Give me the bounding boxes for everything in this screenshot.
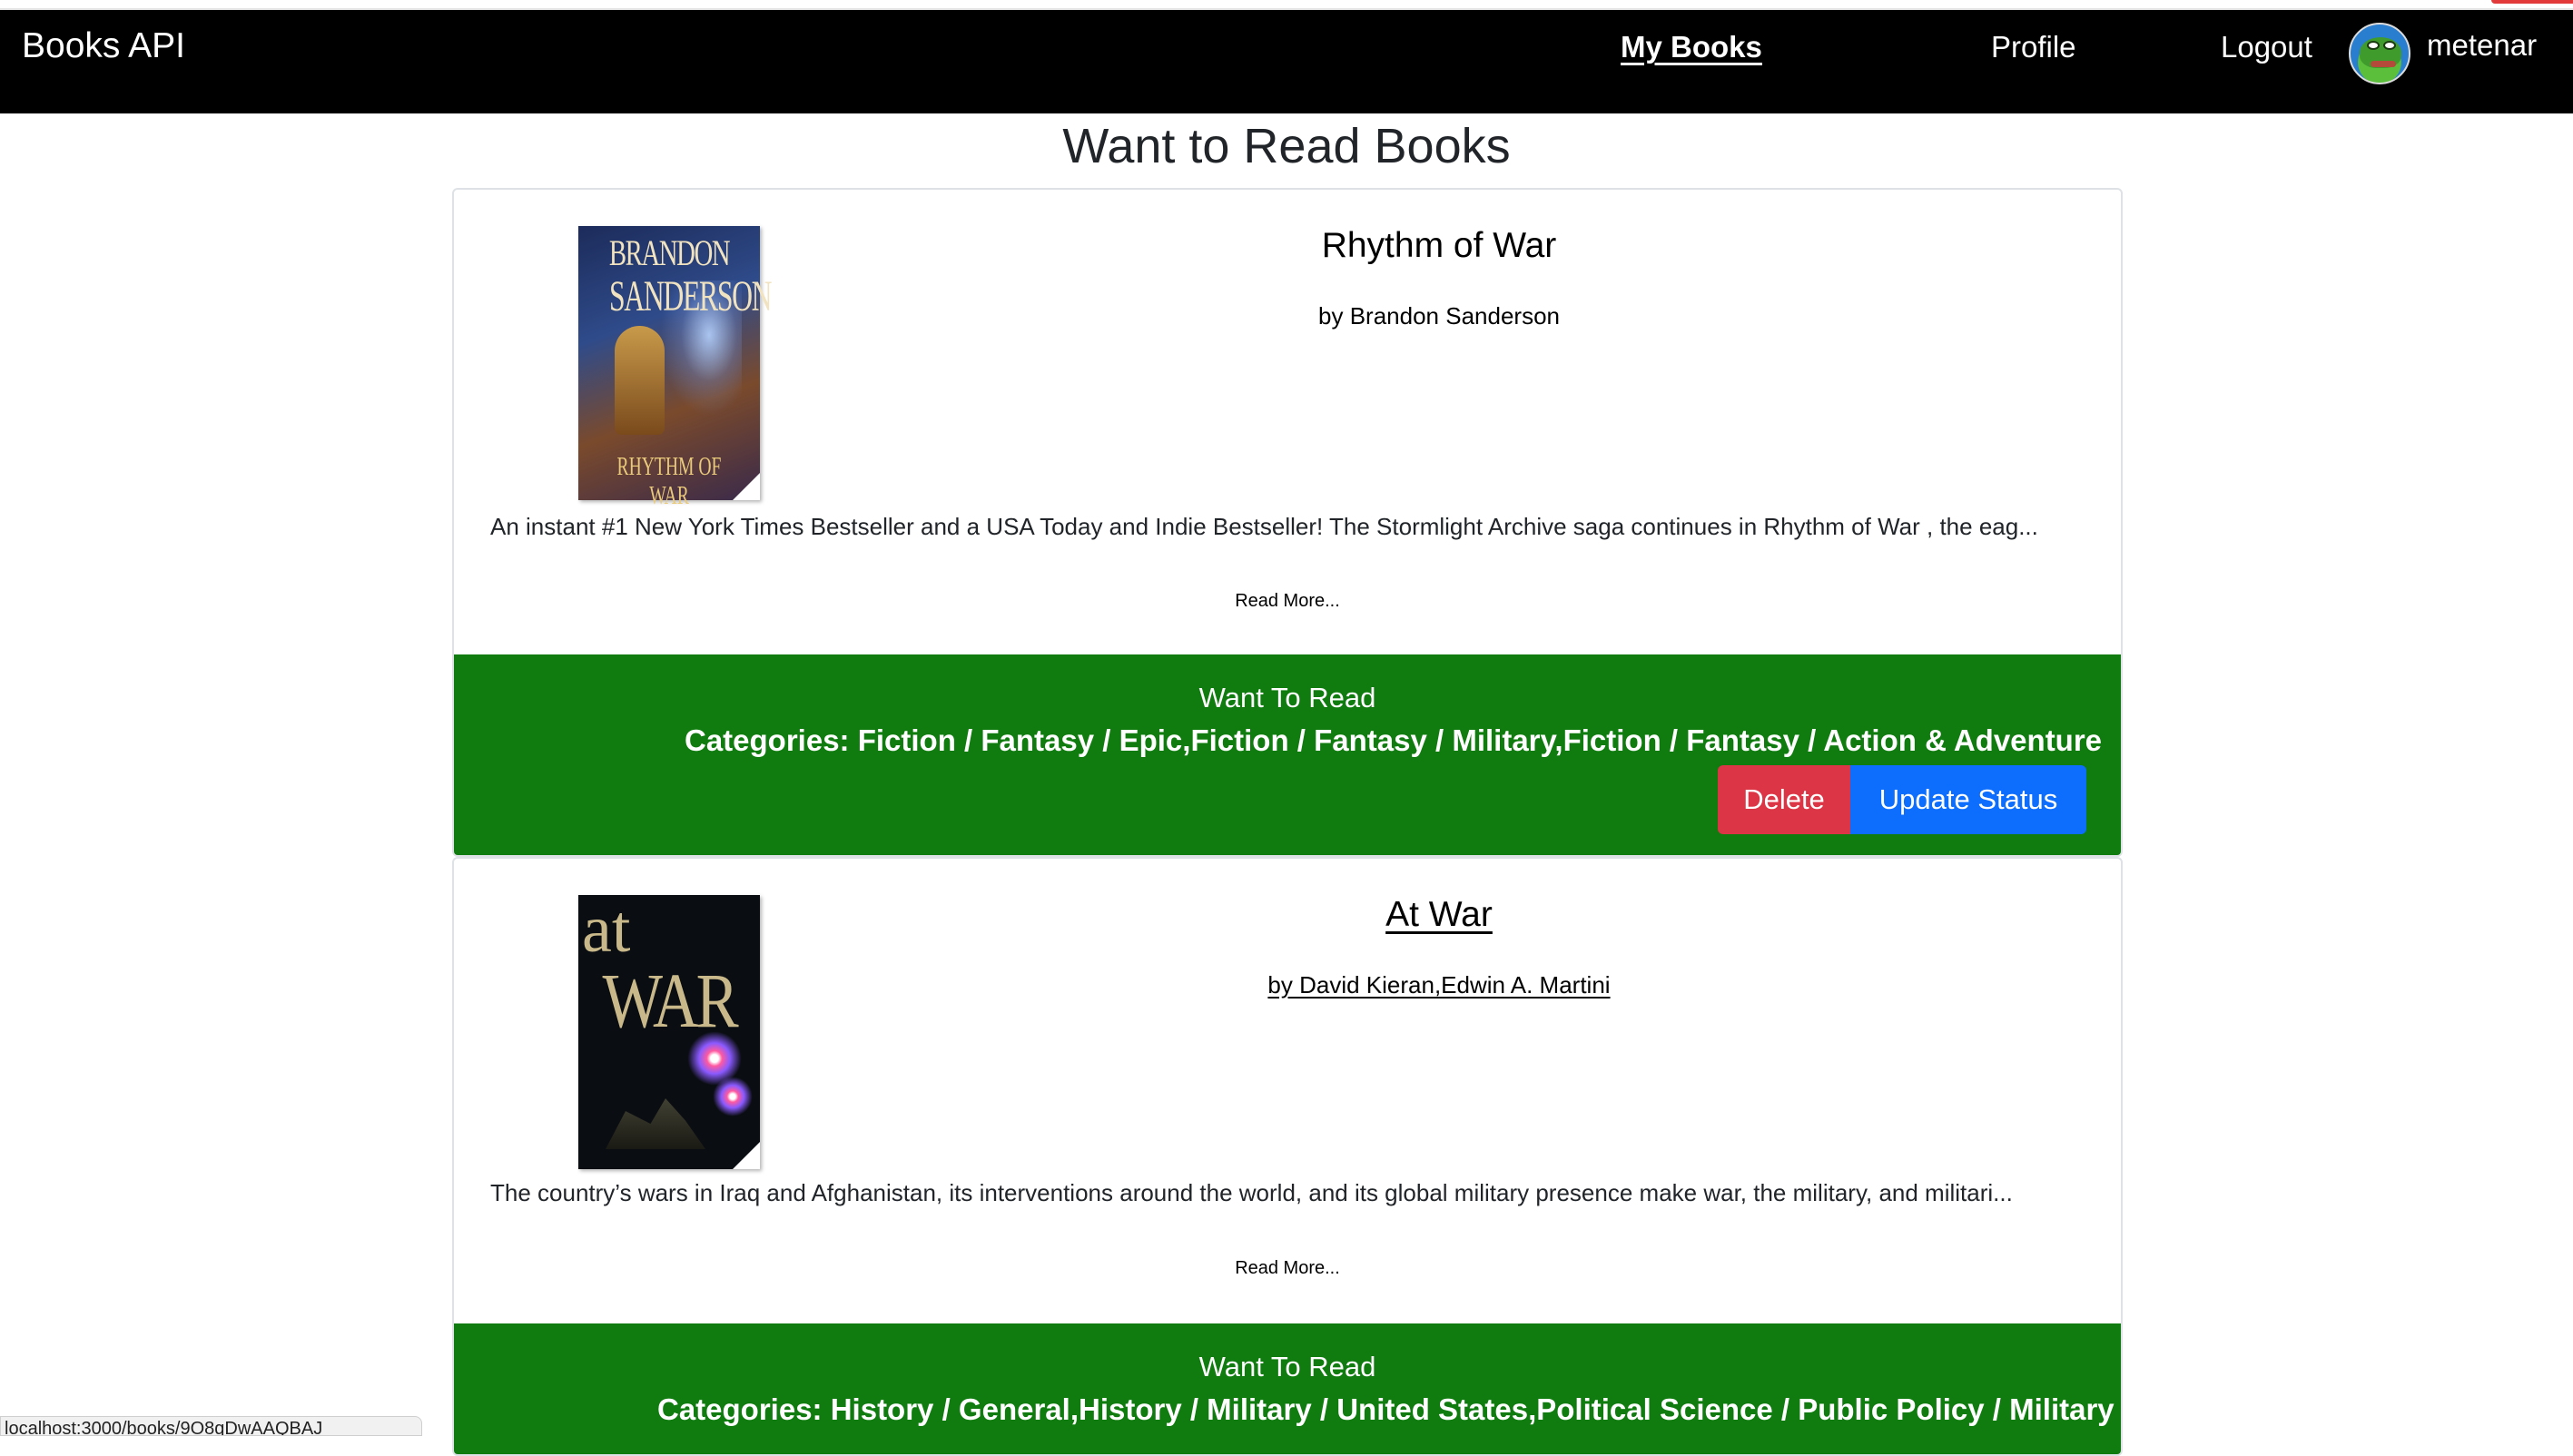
book-card: at WAR At War by David Kieran,Edwin A. M… [452, 857, 2123, 1456]
avatar[interactable] [2349, 23, 2410, 84]
cover-monument-silhouette [606, 1098, 705, 1149]
cover-firework-2 [713, 1077, 753, 1117]
book-description: The country’s wars in Iraq and Afghanist… [490, 1179, 2013, 1206]
nav-logout[interactable]: Logout [2221, 30, 2312, 64]
browser-tab-indicator [2491, 0, 2573, 4]
browser-top-strip [0, 0, 2573, 10]
book-description: An instant #1 New York Times Bestseller … [490, 513, 2038, 540]
cover-figure [615, 326, 665, 435]
browser-status-url: localhost:3000/books/9O8qDwAAQBAJ [0, 1416, 422, 1436]
cover-title-text: RHYTHM OF WAR [616, 453, 722, 510]
username: metenar [2427, 28, 2538, 62]
book-cover[interactable]: BRANDON SANDERSON RHYTHM OF WAR [578, 226, 773, 510]
card-footer: Want To Read Categories: History / Gener… [454, 1323, 2121, 1454]
avatar-eye-left [2367, 41, 2380, 50]
card-footer: Want To Read Categories: Fiction / Fanta… [454, 654, 2121, 855]
book-author[interactable]: by David Kieran,Edwin A. Martini [454, 971, 2121, 999]
avatar-eye-right [2383, 41, 2396, 50]
page-title: Want to Read Books [1062, 119, 1511, 173]
book-title: Rhythm of War [1321, 226, 1557, 265]
update-status-button[interactable]: Update Status [1850, 765, 2086, 834]
book-author: by Brandon Sanderson [1318, 302, 1560, 330]
book-card: BRANDON SANDERSON RHYTHM OF WAR Rhythm o… [452, 188, 2123, 857]
book-title[interactable]: At War [454, 895, 2121, 935]
read-more-link[interactable]: Read More... [454, 591, 2121, 612]
avatar-mouth [2371, 61, 2396, 67]
brand-title[interactable]: Books API [22, 26, 185, 66]
navbar: Books API My Books Profile Logout metena… [0, 10, 2573, 113]
reading-status: Want To Read [1198, 1351, 1376, 1382]
book-categories: Categories: Fiction / Fantasy / Epic,Fic… [685, 723, 2103, 757]
book-cover[interactable]: at WAR [578, 892, 760, 1169]
delete-button[interactable]: Delete [1718, 765, 1850, 834]
read-more-link[interactable]: Read More... [454, 1258, 2121, 1279]
nav-my-books[interactable]: My Books [1621, 30, 1762, 64]
book-categories: Categories: History / General,History / … [657, 1392, 2115, 1426]
cover-page-curl [733, 473, 760, 500]
nav-profile[interactable]: Profile [1991, 30, 2076, 64]
reading-status: Want To Read [1198, 682, 1376, 713]
cover-page-curl [733, 1142, 760, 1169]
